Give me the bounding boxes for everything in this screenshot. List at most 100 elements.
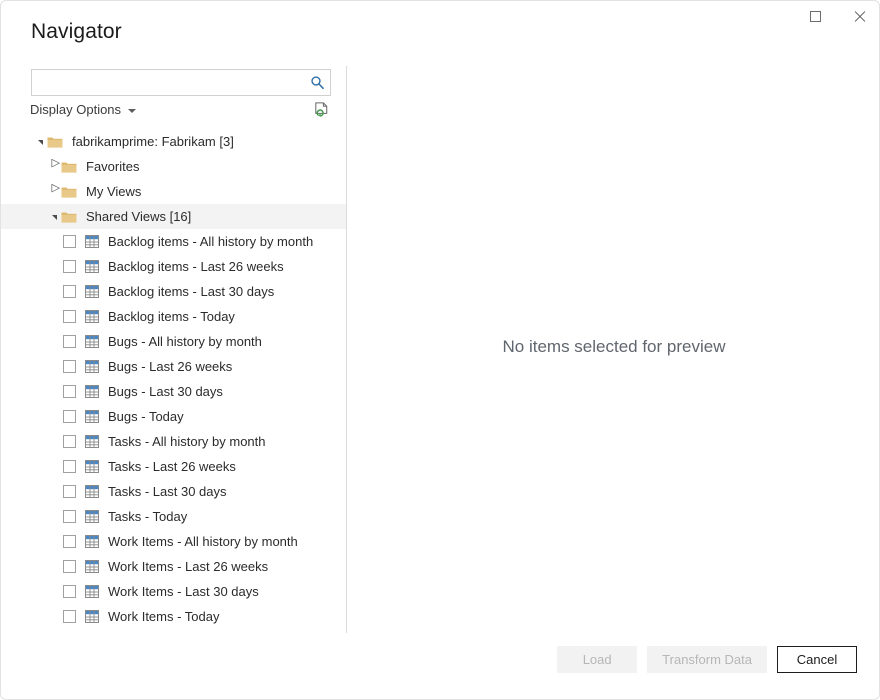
folder-icon [61, 185, 77, 199]
tree-row-label: Backlog items - All history by month [108, 234, 314, 249]
load-button: Load [557, 646, 638, 673]
tree-row-label: Backlog items - Last 26 weeks [108, 259, 284, 274]
row-checkbox[interactable] [63, 535, 76, 548]
search-icon[interactable] [307, 73, 327, 92]
tree-row-label: Bugs - Last 26 weeks [108, 359, 233, 374]
triangle-right-icon [51, 158, 60, 171]
table-icon [85, 235, 99, 248]
table-icon [85, 435, 99, 448]
tree-row-label: Bugs - Last 30 days [108, 384, 223, 399]
table-icon [85, 485, 99, 498]
table-icon [85, 585, 99, 598]
table-icon [85, 460, 99, 473]
tree-row-label: My Views [86, 184, 142, 199]
row-checkbox[interactable] [63, 235, 76, 248]
table-icon [85, 260, 99, 273]
tree-row[interactable]: fabrikamprime: Fabrikam [3] [1, 129, 346, 154]
tree-row-label: Shared Views [16] [86, 209, 192, 224]
search-input[interactable] [32, 70, 304, 95]
tree-row[interactable]: Backlog items - Today [1, 304, 346, 329]
tree-row[interactable]: Tasks - Last 30 days [1, 479, 346, 504]
dialog-footer: Load Transform Data Cancel [1, 631, 879, 699]
row-checkbox[interactable] [63, 560, 76, 573]
tree-row-label: fabrikamprime: Fabrikam [3] [72, 134, 234, 149]
display-options-label: Display Options [30, 102, 122, 117]
table-icon [85, 535, 99, 548]
row-checkbox[interactable] [63, 335, 76, 348]
table-icon [85, 310, 99, 323]
tree-row-label: Tasks - All history by month [108, 434, 266, 449]
tree-row-label: Work Items - Last 26 weeks [108, 559, 269, 574]
row-checkbox[interactable] [63, 510, 76, 523]
table-icon [85, 410, 99, 423]
row-checkbox[interactable] [63, 610, 76, 623]
folder-icon [47, 135, 63, 149]
tree-row-label: Work Items - Today [108, 609, 220, 624]
tree-row[interactable]: Bugs - All history by month [1, 329, 346, 354]
tree-row[interactable]: Work Items - Today [1, 604, 346, 629]
row-checkbox[interactable] [63, 410, 76, 423]
cancel-button[interactable]: Cancel [777, 646, 857, 673]
navigator-dialog: Navigator Display Options fabrikamprime:… [0, 0, 880, 700]
maximize-button[interactable] [793, 1, 837, 31]
table-icon [85, 335, 99, 348]
tree-row[interactable]: My Views [1, 179, 346, 204]
tree-row[interactable]: Bugs - Last 26 weeks [1, 354, 346, 379]
tree-row-label: Work Items - Last 30 days [108, 584, 259, 599]
search-box[interactable] [31, 69, 331, 96]
tree-row[interactable]: Backlog items - All history by month [1, 229, 346, 254]
tree-row-label: Tasks - Today [108, 509, 188, 524]
folder-icon [61, 160, 77, 174]
triangle-down-icon [37, 140, 43, 145]
tree-row[interactable]: Work Items - Last 26 weeks [1, 554, 346, 579]
row-checkbox[interactable] [63, 360, 76, 373]
page-title: Navigator [31, 20, 122, 43]
navigator-left-pane: Display Options fabrikamprime: Fabrikam … [1, 61, 346, 633]
row-checkbox[interactable] [63, 285, 76, 298]
chevron-down-icon [128, 108, 137, 113]
preview-pane: No items selected for preview [347, 61, 879, 633]
tree-row[interactable]: Tasks - Last 26 weeks [1, 454, 346, 479]
tree-row[interactable]: Backlog items - Last 30 days [1, 279, 346, 304]
expand-toggle-icon[interactable] [45, 179, 61, 204]
tree-row-label: Backlog items - Last 30 days [108, 284, 275, 299]
row-checkbox[interactable] [63, 585, 76, 598]
row-checkbox[interactable] [63, 310, 76, 323]
collapse-toggle-icon[interactable] [31, 129, 47, 154]
tree-row[interactable]: Shared Views [16] [1, 204, 346, 229]
display-options-dropdown[interactable]: Display Options [30, 102, 137, 117]
tree-row[interactable]: Bugs - Last 30 days [1, 379, 346, 404]
tree-row-label: Bugs - All history by month [108, 334, 262, 349]
row-checkbox[interactable] [63, 435, 76, 448]
tree-row[interactable]: Work Items - Last 30 days [1, 579, 346, 604]
tree-row-label: Bugs - Today [108, 409, 184, 424]
table-icon [85, 560, 99, 573]
row-checkbox[interactable] [63, 385, 76, 398]
tree-row-label: Tasks - Last 26 weeks [108, 459, 236, 474]
tree-row[interactable]: Tasks - All history by month [1, 429, 346, 454]
expand-toggle-icon[interactable] [45, 154, 61, 179]
tree-row[interactable]: Work Items - All history by month [1, 529, 346, 554]
row-checkbox[interactable] [63, 485, 76, 498]
close-button[interactable] [837, 1, 879, 31]
triangle-down-icon [51, 215, 57, 220]
tree-row[interactable]: Tasks - Today [1, 504, 346, 529]
refresh-page-icon[interactable] [312, 101, 332, 121]
transform-data-button: Transform Data [647, 646, 767, 673]
tree-row[interactable]: Backlog items - Last 26 weeks [1, 254, 346, 279]
close-icon [853, 10, 866, 23]
navigator-tree[interactable]: fabrikamprime: Fabrikam [3] Favorites My V… [1, 129, 346, 629]
table-icon [85, 360, 99, 373]
tree-row[interactable]: Favorites [1, 154, 346, 179]
row-checkbox[interactable] [63, 260, 76, 273]
preview-empty-message: No items selected for preview [502, 337, 726, 356]
tree-row[interactable]: Bugs - Today [1, 404, 346, 429]
table-icon [85, 510, 99, 523]
tree-row-label: Backlog items - Today [108, 309, 235, 324]
row-checkbox[interactable] [63, 460, 76, 473]
footer-buttons: Load Transform Data Cancel [557, 646, 857, 673]
collapse-toggle-icon[interactable] [45, 204, 61, 229]
tree-row-label: Tasks - Last 30 days [108, 484, 227, 499]
title-bar: Navigator [1, 1, 879, 47]
triangle-right-icon [51, 183, 60, 196]
